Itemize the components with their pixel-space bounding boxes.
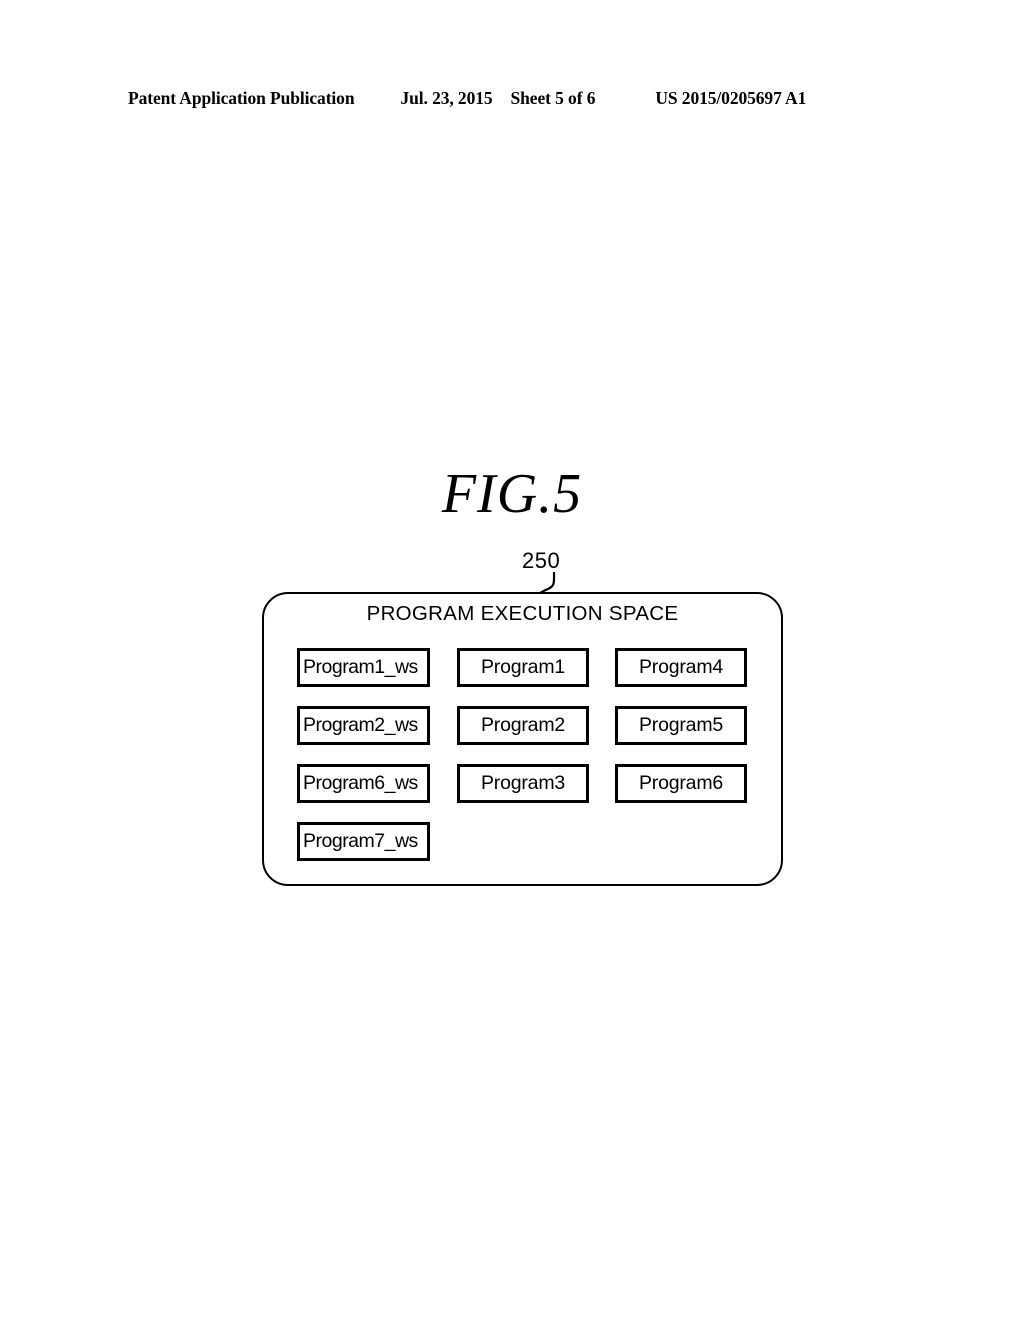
grid-gap xyxy=(589,764,615,803)
program-box[interactable]: Program2 xyxy=(457,706,589,745)
program-box-empty-slot xyxy=(615,822,747,861)
grid-gap xyxy=(430,648,457,687)
grid-gap xyxy=(589,648,615,687)
reference-numeral-250: 250 xyxy=(522,548,561,573)
header-patent-number: US 2015/0205697 A1 xyxy=(655,88,807,108)
program-box[interactable]: Program4 xyxy=(615,648,747,687)
program-box-empty-slot xyxy=(457,822,589,861)
grid-gap xyxy=(430,706,457,745)
header-sheet-label: Sheet 5 of 6 xyxy=(510,88,596,108)
grid-gap xyxy=(430,822,457,861)
program-box[interactable]: Program6 xyxy=(615,764,747,803)
program-box-grid: Program1_ws Program1 Program4 Program2_w… xyxy=(297,648,747,861)
grid-gap xyxy=(589,822,615,861)
patent-running-header: Patent Application Publication Jul. 23, … xyxy=(128,88,896,112)
figure-title: FIG.5 xyxy=(441,463,583,525)
program-box[interactable]: Program2_ws xyxy=(297,706,430,745)
grid-gap xyxy=(430,764,457,803)
program-box[interactable]: Program3 xyxy=(457,764,589,803)
header-date-label: Jul. 23, 2015 xyxy=(400,88,493,108)
program-box[interactable]: Program6_ws xyxy=(297,764,430,803)
program-box[interactable]: Program1_ws xyxy=(297,648,430,687)
program-box[interactable]: Program1 xyxy=(457,648,589,687)
program-box[interactable]: Program5 xyxy=(615,706,747,745)
program-execution-space-label: PROGRAM EXECUTION SPACE xyxy=(366,602,679,625)
program-box[interactable]: Program7_ws xyxy=(297,822,430,861)
header-publication-label: Patent Application Publication xyxy=(128,88,355,108)
grid-gap xyxy=(589,706,615,745)
program-execution-space-container: PROGRAM EXECUTION SPACE Program1_ws Prog… xyxy=(262,592,783,886)
